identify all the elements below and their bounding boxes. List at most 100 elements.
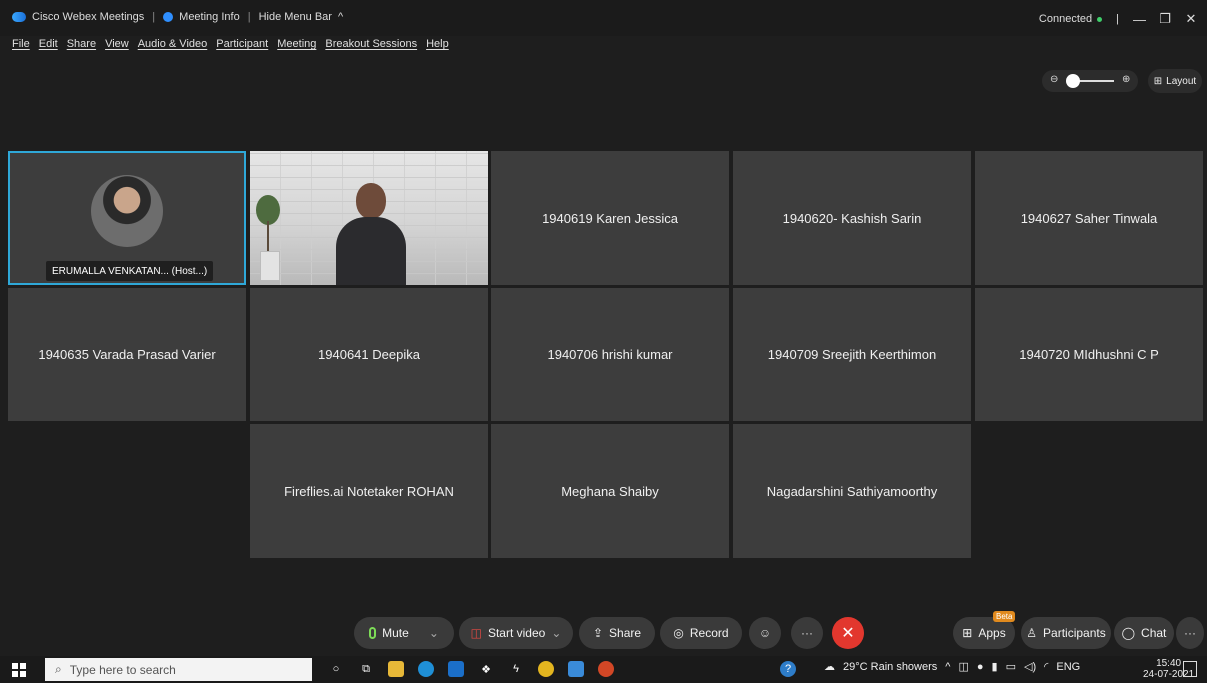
help-icon[interactable]: ? (780, 661, 796, 677)
apps-label: Apps (978, 626, 1006, 640)
mute-label: Mute (382, 626, 409, 640)
minimize-icon[interactable]: — (1133, 12, 1146, 27)
participant-tile[interactable]: 1940620- Kashish Sarin (733, 151, 971, 285)
weather-text[interactable]: 29°C Rain showers (843, 661, 937, 673)
grid-icon: ⊞ (1153, 75, 1163, 87)
title-separator: | (247, 11, 251, 23)
zoom-slider[interactable]: ⊖ ⊕ (1042, 70, 1138, 92)
menu-audio-video[interactable]: Audio & Video (138, 38, 208, 50)
zoom-knob[interactable] (1066, 74, 1080, 88)
start-video-button[interactable]: ◫ Start video ⌄ (459, 617, 573, 649)
participants-button[interactable]: ♙ Participants (1021, 617, 1111, 649)
participant-tile[interactable]: 1940641 Deepika (250, 288, 488, 421)
participant-name: 1940635 Varada Prasad Varier (38, 347, 216, 362)
menu-share[interactable]: Share (67, 38, 96, 50)
chevron-down-icon[interactable]: ⌄ (429, 626, 439, 640)
dropbox-icon[interactable]: ❖ (478, 661, 494, 677)
participant-tile[interactable]: 1940720 MIdhushni C P (975, 288, 1203, 421)
record-button[interactable]: ◎ Record (660, 617, 742, 649)
apps-grid-icon: ⊞ (962, 626, 973, 640)
participant-tile-host[interactable]: ERUMALLA VENKATAN... (Host...) (8, 151, 246, 285)
participant-name: 1940706 hrishi kumar (547, 347, 673, 362)
microphone-icon (369, 627, 377, 639)
battery-icon[interactable]: ▭ (1006, 660, 1016, 673)
mail-icon[interactable] (448, 661, 464, 677)
tray-chevron-icon[interactable]: ^ (945, 661, 950, 673)
share-button[interactable]: ⇪ Share (579, 617, 655, 649)
powerpoint-icon[interactable] (598, 661, 614, 677)
zoom-in-icon[interactable]: ⊕ (1122, 74, 1130, 85)
participant-name: 1940619 Karen Jessica (542, 210, 678, 226)
menu-help[interactable]: Help (426, 38, 449, 50)
reactions-button[interactable]: ☺ (749, 617, 781, 649)
signal-bar-icon: | (1116, 13, 1119, 25)
winamp-icon[interactable]: ϟ (508, 661, 524, 677)
app-title: Cisco Webex Meetings (32, 11, 145, 23)
close-icon[interactable]: ✕ (1185, 11, 1197, 27)
ellipsis-icon: ··· (801, 626, 813, 640)
participants-label: Participants (1043, 626, 1106, 640)
menu-meeting[interactable]: Meeting (277, 38, 316, 50)
taskbar-search-box[interactable]: ⌕ Type here to search (45, 658, 312, 681)
participant-tile[interactable]: Fireflies.ai Notetaker ROHAN (250, 424, 488, 558)
language-indicator[interactable]: ENG (1056, 661, 1080, 673)
apps-button[interactable]: Beta ⊞ Apps (953, 611, 1016, 649)
avatar (91, 175, 163, 247)
edge-icon[interactable] (418, 661, 434, 677)
tray-app-icon[interactable]: ▮ (992, 660, 998, 673)
connected-dot-icon (1097, 16, 1103, 22)
participant-tile[interactable]: 1940627 Saher Tinwala (975, 151, 1203, 285)
tray-app-icon[interactable]: ● (977, 661, 984, 673)
mute-button[interactable]: Mute ⌄ (354, 617, 454, 649)
webex-taskbar-icon[interactable] (568, 661, 584, 677)
participant-tile[interactable]: 1940619 Karen Jessica (491, 151, 729, 285)
info-icon (163, 12, 174, 22)
menu-participant[interactable]: Participant (216, 38, 268, 50)
windows-start-icon[interactable] (12, 663, 26, 677)
tray-app-icon[interactable]: ◫ (958, 660, 968, 673)
menu-bar: File Edit Share View Audio & Video Parti… (12, 38, 449, 50)
participant-name: 1940627 Saher Tinwala (1020, 210, 1158, 226)
file-explorer-icon[interactable] (388, 661, 404, 677)
speaker-icon[interactable]: ◁) (1024, 660, 1036, 673)
menu-file[interactable]: File (12, 38, 30, 50)
participant-name: Meghana Shaiby (561, 483, 659, 499)
participant-tile-video[interactable] (250, 151, 488, 285)
webex-logo-icon (12, 12, 26, 22)
emoji-icon: ☺ (758, 626, 772, 640)
cortana-icon[interactable]: ○ (328, 661, 344, 677)
search-icon: ⌕ (55, 662, 62, 676)
search-placeholder: Type here to search (69, 662, 176, 677)
wifi-icon[interactable]: ◜ (1044, 660, 1048, 673)
menu-edit[interactable]: Edit (39, 38, 58, 50)
participant-tile[interactable]: Nagadarshini Sathiyamoorthy (733, 424, 971, 558)
participant-tile[interactable]: 1940635 Varada Prasad Varier (8, 288, 246, 421)
title-right: Connected | — ❐ ✕ (1039, 11, 1197, 27)
task-view-icon[interactable]: ⧉ (358, 661, 374, 677)
participant-tile[interactable]: Meghana Shaiby (491, 424, 729, 558)
end-meeting-button[interactable]: ✕ (832, 617, 864, 649)
menu-view[interactable]: View (105, 38, 129, 50)
chrome-icon[interactable] (538, 661, 554, 677)
notification-icon[interactable] (1183, 661, 1197, 677)
more-panels-button[interactable]: ··· (1176, 617, 1204, 649)
participant-name: 1940720 MIdhushni C P (1019, 347, 1159, 362)
beta-badge: Beta (993, 611, 1016, 622)
chat-button[interactable]: ◯ Chat (1114, 617, 1174, 649)
participant-tile[interactable]: 1940706 hrishi kumar (491, 288, 729, 421)
zoom-out-icon[interactable]: ⊖ (1050, 74, 1058, 85)
more-options-button[interactable]: ··· (791, 617, 823, 649)
participant-tile[interactable]: 1940709 Sreejith Keerthimon (733, 288, 971, 421)
chevron-down-icon[interactable]: ⌄ (551, 626, 561, 640)
chevron-up-icon[interactable]: ^ (338, 11, 343, 23)
menu-breakout-sessions[interactable]: Breakout Sessions (325, 38, 417, 50)
share-label: Share (609, 626, 642, 640)
meeting-info-link[interactable]: Meeting Info (179, 11, 240, 23)
share-icon: ⇪ (592, 626, 604, 640)
close-x-icon: ✕ (841, 625, 855, 642)
layout-button[interactable]: ⊞ Layout (1148, 69, 1202, 93)
hide-menu-bar-link[interactable]: Hide Menu Bar (259, 11, 332, 23)
participant-name: Nagadarshini Sathiyamoorthy (766, 483, 938, 499)
title-left: Cisco Webex Meetings | Meeting Info | Hi… (12, 11, 343, 23)
restore-icon[interactable]: ❐ (1159, 11, 1171, 27)
